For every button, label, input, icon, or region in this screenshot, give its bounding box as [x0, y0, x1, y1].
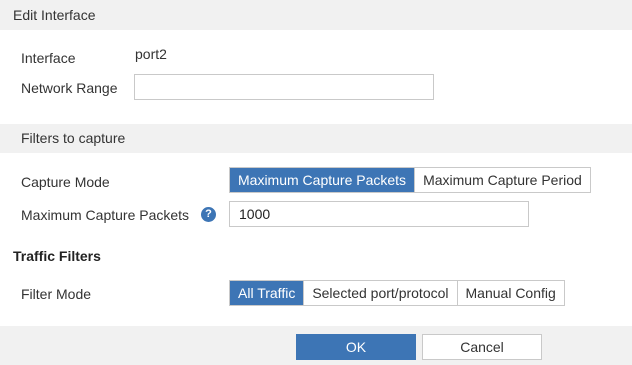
filter-mode-option-manual-config[interactable]: Manual Config [456, 281, 564, 305]
filter-mode-option-selected-port-protocol[interactable]: Selected port/protocol [303, 281, 456, 305]
network-range-label: Network Range [21, 80, 118, 96]
ok-button[interactable]: OK [296, 334, 416, 360]
filter-mode-label: Filter Mode [21, 286, 92, 302]
capture-mode-label: Capture Mode [21, 174, 110, 190]
max-capture-packets-input[interactable] [229, 201, 529, 227]
network-range-input[interactable] [134, 74, 434, 100]
capture-mode-segmented-control: Maximum Capture Packets Maximum Capture … [229, 167, 591, 193]
help-question-icon[interactable]: ? [201, 207, 216, 222]
max-capture-packets-label: Maximum Capture Packets [21, 207, 190, 223]
capture-mode-option-max-packets[interactable]: Maximum Capture Packets [230, 168, 415, 192]
filter-mode-segmented-control: All Traffic Selected port/protocol Manua… [229, 280, 565, 306]
filter-mode-option-all-traffic[interactable]: All Traffic [230, 281, 304, 305]
capture-mode-option-max-period[interactable]: Maximum Capture Period [414, 168, 590, 192]
interface-value: port2 [135, 46, 167, 62]
dialog-title: Edit Interface [0, 0, 632, 30]
filters-section-title: Filters to capture [0, 124, 632, 153]
interface-label: Interface [21, 50, 76, 66]
cancel-button[interactable]: Cancel [422, 334, 542, 360]
traffic-filters-heading: Traffic Filters [13, 248, 101, 264]
